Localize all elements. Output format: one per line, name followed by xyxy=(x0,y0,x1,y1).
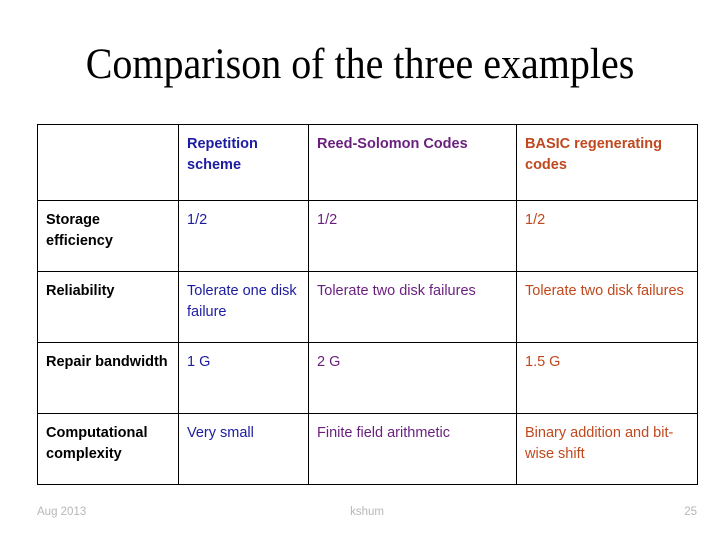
table-row: Reliability Tolerate one disk failure To… xyxy=(37,271,698,343)
table-header-cell-reed-solomon-codes: Reed-Solomon Codes xyxy=(308,124,517,201)
cell-value: 2 G xyxy=(317,354,341,370)
table-cell-repetition-scheme: Very small xyxy=(178,413,309,485)
column-header-label: Repetition scheme xyxy=(187,136,258,173)
cell-value: 1.5 G xyxy=(525,354,561,370)
table-row: Computational complexity Very small Fini… xyxy=(37,413,698,485)
cell-value: 1/2 xyxy=(187,212,208,228)
row-label: Computational complexity xyxy=(46,425,148,462)
table-cell-repetition-scheme: 1 G xyxy=(178,342,309,414)
row-label: Repair bandwidth xyxy=(46,354,168,370)
cell-value: Tolerate two disk failures xyxy=(525,283,684,299)
cell-value: 1 G xyxy=(187,354,211,370)
row-label: Reliability xyxy=(46,283,115,299)
table-cell-basic-regenerating-codes: 1.5 G xyxy=(516,342,698,414)
footer-author: kshum xyxy=(350,506,384,518)
cell-value: 1/2 xyxy=(317,212,338,228)
table-cell-repetition-scheme: 1/2 xyxy=(178,200,309,272)
column-header-label: Reed-Solomon Codes xyxy=(317,136,468,152)
cell-value: Tolerate two disk failures xyxy=(317,283,476,299)
table-row-label-cell: Storage efficiency xyxy=(37,200,179,272)
table-cell-reed-solomon-codes: 1/2 xyxy=(308,200,517,272)
table-cell-reed-solomon-codes: 2 G xyxy=(308,342,517,414)
page-title: Comparison of the three examples xyxy=(85,41,635,88)
cell-value: Finite field arithmetic xyxy=(317,425,450,441)
cell-value: Tolerate one disk failure xyxy=(187,283,297,320)
cell-value: Very small xyxy=(187,425,254,441)
table-cell-basic-regenerating-codes: Tolerate two disk failures xyxy=(516,271,698,343)
footer-page-number: 25 xyxy=(684,506,697,518)
table-cell-repetition-scheme: Tolerate one disk failure xyxy=(178,271,309,343)
comparison-table: Repetition scheme Reed-Solomon Codes BAS… xyxy=(37,124,698,485)
table-cell-reed-solomon-codes: Finite field arithmetic xyxy=(308,413,517,485)
table-cell-basic-regenerating-codes: Binary addition and bit-wise shift xyxy=(516,413,698,485)
column-header-label: BASIC regenerating codes xyxy=(525,136,662,173)
cell-value: 1/2 xyxy=(525,212,546,228)
cell-value: Binary addition and bit-wise shift xyxy=(525,425,674,462)
slide-footer: Aug 2013 kshum 25 xyxy=(37,506,697,526)
table-row-label-cell: Reliability xyxy=(37,271,179,343)
table-row: Repair bandwidth 1 G 2 G 1.5 G xyxy=(37,342,698,414)
table-header-cell-empty xyxy=(37,124,179,201)
table-header-cell-basic-regenerating-codes: BASIC regenerating codes xyxy=(516,124,698,201)
table-row-label-cell: Repair bandwidth xyxy=(37,342,179,414)
table-cell-basic-regenerating-codes: 1/2 xyxy=(516,200,698,272)
row-label: Storage efficiency xyxy=(46,212,113,249)
table-row: Storage efficiency 1/2 1/2 1/2 xyxy=(37,200,698,272)
table-header-cell-repetition-scheme: Repetition scheme xyxy=(178,124,309,201)
table-row-label-cell: Computational complexity xyxy=(37,413,179,485)
table-cell-reed-solomon-codes: Tolerate two disk failures xyxy=(308,271,517,343)
table-header-row: Repetition scheme Reed-Solomon Codes BAS… xyxy=(37,124,698,201)
